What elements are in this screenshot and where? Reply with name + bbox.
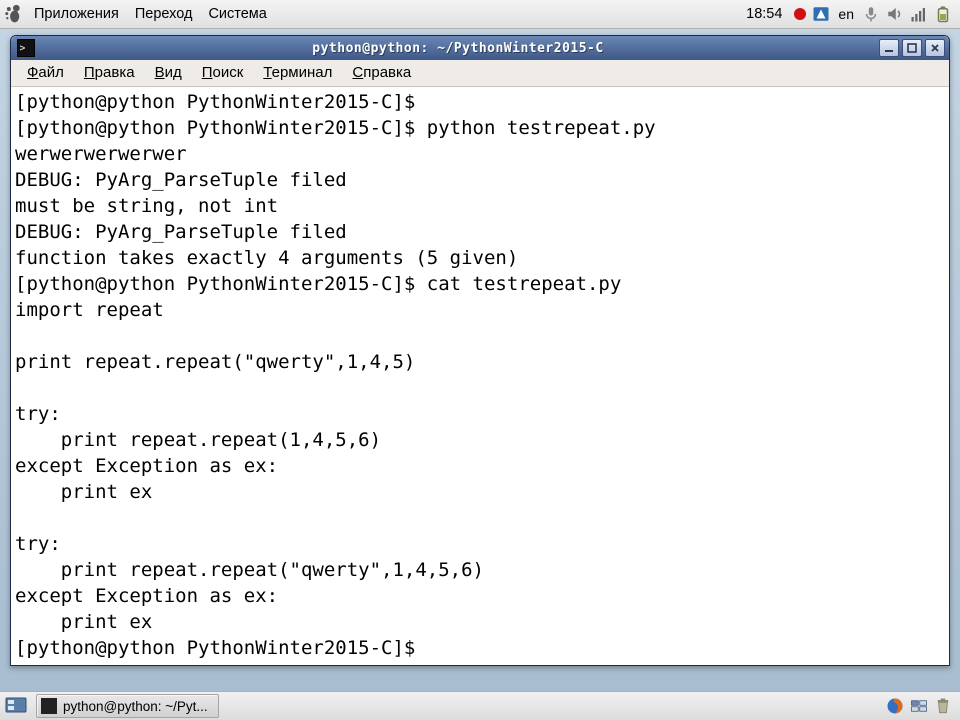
keyboard-layout-indicator[interactable]: en bbox=[836, 6, 856, 22]
terminal-window: > python@python: ~/PythonWinter2015-C Фа… bbox=[10, 35, 950, 666]
task-terminal-icon bbox=[41, 698, 57, 714]
desktop: > python@python: ~/PythonWinter2015-C Фа… bbox=[0, 29, 960, 693]
menu-search[interactable]: Поиск bbox=[192, 60, 254, 86]
volume-icon[interactable] bbox=[886, 5, 904, 23]
tray-app-icon[interactable] bbox=[812, 5, 830, 23]
window-titlebar[interactable]: > python@python: ~/PythonWinter2015-C bbox=[11, 36, 949, 60]
menu-help[interactable]: Справка bbox=[342, 60, 421, 86]
network-icon[interactable] bbox=[910, 5, 928, 23]
window-title: python@python: ~/PythonWinter2015-C bbox=[41, 41, 875, 56]
microphone-icon[interactable] bbox=[862, 5, 880, 23]
menu-file[interactable]: Файл bbox=[17, 60, 74, 86]
trash-icon[interactable] bbox=[934, 697, 952, 715]
window-app-icon: > bbox=[17, 39, 35, 57]
firefox-icon[interactable] bbox=[886, 697, 904, 715]
clock[interactable]: 18:54 bbox=[740, 6, 788, 22]
show-desktop-button[interactable] bbox=[4, 694, 28, 718]
record-indicator-icon[interactable] bbox=[794, 8, 806, 20]
bottom-panel: python@python: ~/Pyt... bbox=[0, 691, 960, 720]
taskbar-entry-terminal[interactable]: python@python: ~/Pyt... bbox=[36, 694, 219, 718]
task-label: python@python: ~/Pyt... bbox=[63, 699, 208, 714]
workspace-switcher-icon[interactable] bbox=[910, 697, 928, 715]
window-controls bbox=[875, 39, 949, 57]
top-menu-applications[interactable]: Приложения bbox=[26, 0, 127, 28]
top-menu-places[interactable]: Переход bbox=[127, 0, 201, 28]
menu-terminal[interactable]: Терминал bbox=[253, 60, 342, 86]
battery-icon[interactable] bbox=[934, 5, 952, 23]
gnome-foot-icon[interactable] bbox=[0, 1, 26, 27]
maximize-button[interactable] bbox=[902, 39, 922, 57]
top-menu-system[interactable]: Система bbox=[200, 0, 274, 28]
svg-text:>: > bbox=[20, 43, 27, 54]
terminal-output[interactable]: [python@python PythonWinter2015-C]$ [pyt… bbox=[11, 87, 949, 665]
top-panel: Приложения Переход Система 18:54 en bbox=[0, 0, 960, 29]
system-tray: 18:54 en bbox=[740, 5, 960, 23]
menu-edit[interactable]: Правка bbox=[74, 60, 145, 86]
minimize-button[interactable] bbox=[879, 39, 899, 57]
menu-view[interactable]: Вид bbox=[145, 60, 192, 86]
close-button[interactable] bbox=[925, 39, 945, 57]
terminal-menubar: Файл Правка Вид Поиск Терминал Справка bbox=[11, 60, 949, 87]
bottom-tray bbox=[878, 697, 960, 715]
